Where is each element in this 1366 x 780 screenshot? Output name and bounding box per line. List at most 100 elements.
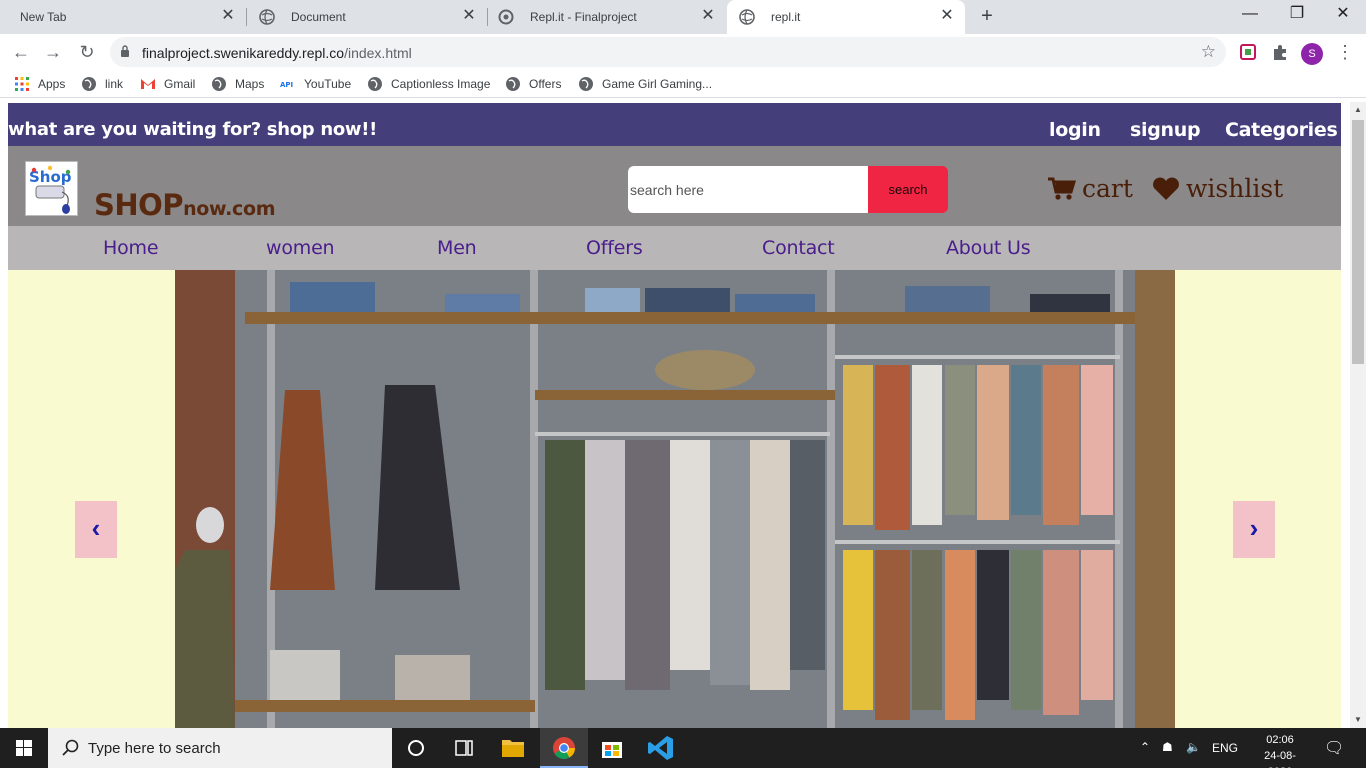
- new-tab-button[interactable]: +: [976, 6, 998, 28]
- globe-icon: [82, 77, 96, 91]
- tab-replit[interactable]: repl.it ✕: [727, 0, 965, 34]
- svg-text:API: API: [280, 81, 293, 89]
- windows-taskbar: Type here to search ⌃ ☗ 🔈 ENG 02:06 24-0…: [0, 728, 1366, 778]
- bookmark-label: Game Girl Gaming...: [602, 77, 713, 91]
- taskbar-file-explorer[interactable]: [489, 728, 537, 768]
- shop-page: what are you waiting for? shop now!! log…: [8, 103, 1341, 728]
- chrome-icon: [553, 737, 575, 759]
- bookmark-maps[interactable]: Maps: [211, 76, 264, 92]
- bookmark-label: Apps: [38, 77, 66, 91]
- taskbar-vscode[interactable]: [637, 728, 685, 768]
- nav-women[interactable]: women: [266, 237, 335, 259]
- extension-icon[interactable]: [1239, 43, 1257, 61]
- scroll-up-icon[interactable]: ▲: [1350, 102, 1366, 118]
- nav-home[interactable]: Home: [103, 237, 159, 259]
- minimize-icon[interactable]: —: [1238, 4, 1262, 26]
- bookmark-star-icon[interactable]: ☆: [1201, 42, 1216, 62]
- categories-link[interactable]: Categories: [1225, 119, 1338, 141]
- wishlist-label: wishlist: [1186, 174, 1284, 203]
- scroll-down-icon[interactable]: ▼: [1350, 712, 1366, 728]
- bookmark-label: Captionless Image: [391, 77, 491, 91]
- promo-bar: what are you waiting for? shop now!! log…: [8, 103, 1341, 146]
- clock-date: 24-08-2020: [1264, 750, 1296, 778]
- close-icon[interactable]: ✕: [700, 8, 716, 24]
- shop-logo[interactable]: Shop: [25, 161, 78, 216]
- tab-title: repl.it: [771, 10, 801, 24]
- globe-icon: [212, 77, 226, 91]
- tab-title: Repl.it - Finalproject: [530, 10, 637, 24]
- more-menu-icon[interactable]: ⋮: [1336, 42, 1354, 62]
- restore-icon[interactable]: ❐: [1285, 4, 1309, 26]
- taskbar-store[interactable]: [588, 728, 636, 768]
- bookmark-link[interactable]: link: [81, 76, 123, 92]
- cortana-button[interactable]: [392, 728, 440, 768]
- close-window-icon[interactable]: ✕: [1331, 4, 1355, 26]
- bookmark-game-girl-gaming[interactable]: Game Girl Gaming...: [578, 76, 712, 92]
- bookmark-gmail[interactable]: Gmail: [140, 76, 195, 92]
- notifications-icon[interactable]: 🗨: [1324, 738, 1344, 758]
- wishlist-link[interactable]: wishlist: [1152, 174, 1283, 203]
- cart-label: cart: [1082, 174, 1133, 203]
- taskbar-chrome[interactable]: [540, 728, 588, 768]
- nav-men[interactable]: Men: [437, 237, 477, 259]
- bookmark-offers[interactable]: Offers: [505, 76, 561, 92]
- tab-title: Document: [291, 10, 346, 24]
- volume-icon[interactable]: 🔈: [1186, 740, 1201, 754]
- close-icon[interactable]: ✕: [220, 8, 236, 24]
- main-nav: Home women Men Offers Contact About Us: [8, 226, 1341, 270]
- task-view-button[interactable]: [440, 728, 488, 768]
- cart-link[interactable]: cart: [1048, 174, 1133, 203]
- nav-contact[interactable]: Contact: [762, 237, 835, 259]
- bookmark-youtube[interactable]: API YouTube: [280, 76, 351, 92]
- back-icon[interactable]: ←: [10, 41, 32, 63]
- network-icon[interactable]: ☗: [1162, 740, 1173, 754]
- show-hidden-icons[interactable]: ⌃: [1140, 740, 1150, 754]
- signup-link[interactable]: signup: [1130, 119, 1201, 141]
- bookmark-captionless-image[interactable]: Captionless Image: [367, 76, 490, 92]
- carousel-slide-image: [175, 270, 1175, 728]
- clothing-rack-photo: [175, 270, 1175, 728]
- forward-icon[interactable]: →: [42, 41, 64, 63]
- browser-tab-strip: New Tab ✕ Document ✕ Repl.it - Finalproj…: [0, 0, 1366, 34]
- carousel-next-button[interactable]: ›: [1233, 501, 1275, 558]
- carousel-prev-button[interactable]: ‹: [75, 501, 117, 558]
- language-indicator[interactable]: ENG: [1212, 741, 1238, 755]
- replit-icon: [498, 9, 514, 25]
- search-button[interactable]: search: [868, 166, 948, 213]
- start-button[interactable]: [0, 728, 48, 768]
- bookmark-apps[interactable]: Apps: [14, 76, 65, 92]
- windows-logo-icon: [16, 740, 32, 756]
- reload-icon[interactable]: ↻: [76, 41, 98, 63]
- system-clock[interactable]: 02:06 24-08-2020: [1252, 732, 1308, 780]
- brand-name[interactable]: SHOPnow.com: [94, 188, 276, 222]
- bookmark-label: YouTube: [304, 77, 352, 91]
- taskbar-search-box[interactable]: Type here to search: [48, 728, 392, 768]
- close-icon[interactable]: ✕: [461, 8, 477, 24]
- page-scrollbar[interactable]: ▲ ▼: [1350, 102, 1366, 728]
- site-header: Shop SHOPnow.com search cart: [8, 146, 1341, 226]
- tab-document[interactable]: Document ✕: [247, 0, 487, 34]
- scroll-thumb[interactable]: [1352, 120, 1364, 364]
- bookmark-label: Maps: [235, 77, 265, 91]
- nav-about-us[interactable]: About Us: [946, 237, 1031, 259]
- bookmark-label: Gmail: [164, 77, 196, 91]
- globe-icon: [579, 77, 593, 91]
- tab-replit-finalproject[interactable]: Repl.it - Finalproject ✕: [486, 0, 726, 34]
- address-bar[interactable]: finalproject.swenikareddy.repl.co/index.…: [110, 37, 1226, 67]
- bookmark-label: Offers: [529, 77, 562, 91]
- close-icon[interactable]: ✕: [939, 8, 955, 24]
- tab-new-tab[interactable]: New Tab ✕: [0, 0, 246, 34]
- shop-logo-image: Shop: [29, 165, 72, 214]
- login-link[interactable]: login: [1049, 119, 1101, 141]
- profile-avatar[interactable]: S: [1301, 43, 1323, 65]
- browser-toolbar: ← → ↻ finalproject.swenikareddy.repl.co/…: [0, 34, 1366, 70]
- nav-offers[interactable]: Offers: [586, 237, 643, 259]
- folder-icon: [502, 740, 524, 757]
- url-path: /index.html: [344, 45, 412, 61]
- store-icon: [602, 742, 622, 758]
- search-input[interactable]: [628, 166, 870, 213]
- hero-carousel: ‹ ›: [8, 270, 1341, 728]
- url-text: finalproject.swenikareddy.repl.co/index.…: [142, 45, 412, 61]
- puzzle-icon[interactable]: [1271, 43, 1289, 61]
- gmail-icon: [141, 79, 155, 89]
